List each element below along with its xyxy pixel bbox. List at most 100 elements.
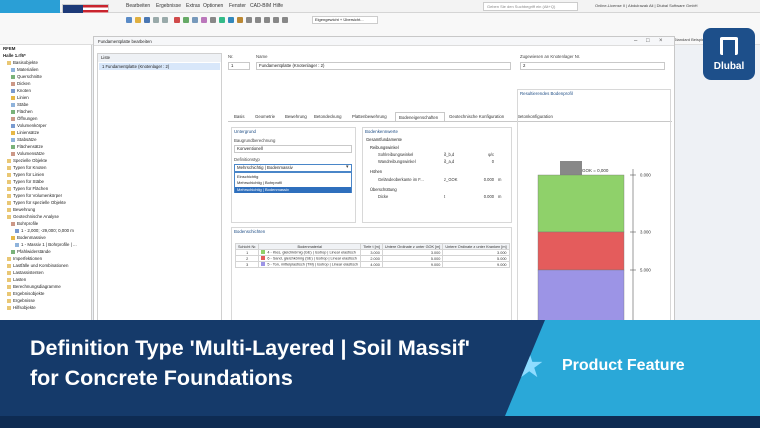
cell-material[interactable]: 5 - Ton, mittelplastisch (TM) | Isotrop … [258,261,362,268]
nav-item[interactable]: Stäbe [11,102,28,108]
cell-material[interactable]: 4 - Kies, gleichkörnig (GE) | Isotrop | … [258,249,362,256]
nav-item[interactable]: Ergebnisobjekte [7,291,45,297]
folder-icon [11,130,15,135]
view-icon[interactable] [192,17,198,23]
nav-item[interactable]: Lasten [7,277,26,283]
line-icon[interactable] [228,17,234,23]
render-icon[interactable] [201,17,207,23]
nav-item[interactable]: Öffnungen [11,116,37,122]
menu-item-3[interactable]: Optionen [203,3,223,9]
definition-type-dropdown[interactable]: Einschichtig Mehrschichtig | Bohrprofil Me… [234,172,352,193]
dropdown-option[interactable]: Einschichtig [235,174,351,180]
cell-depth[interactable]: 4.000 [360,261,383,268]
calc-type-select[interactable]: Konventionell [234,145,352,153]
definition-type-select[interactable]: Mehrschichtig | Bodenmassiv [234,164,352,172]
list-item[interactable]: 1 Fundamentplatte (Knotenlager : 2) [99,63,220,70]
nav-item[interactable]: Spezielle Objekte [7,158,47,164]
project-name[interactable]: Halle 1.rf6* [3,53,26,59]
menu-item-5[interactable]: CAD-BIM [250,3,271,9]
assigned-field[interactable]: 2 [520,62,665,70]
nav-item[interactable]: Bohrprofile [11,221,38,227]
nav-item[interactable]: Querschnitte [11,74,42,80]
results-icon[interactable] [183,17,189,23]
param-value[interactable]: φ/c [466,152,494,157]
nav-item[interactable]: Materialien [11,67,38,73]
nav-item[interactable]: Lastfälle und Kombinationen [7,263,68,269]
dropdown-option[interactable]: Mehrschichtig | Bohrprofil [235,180,351,186]
nav-item[interactable]: Knoten [11,88,31,94]
nav-item[interactable]: Flächensätze [11,144,43,150]
load-case-dropdown[interactable]: Eigengewicht + Übersicht... [312,16,378,24]
nav-item[interactable]: Typen für Knoten [7,165,46,171]
menu-item-2[interactable]: Extras [186,3,200,9]
nav-item[interactable]: Geotechnische Analyse [7,214,59,220]
nav-item[interactable]: Flächen [11,109,33,115]
new-icon[interactable] [126,17,132,23]
nav-item[interactable]: Typen für Volumenkörper [7,193,62,199]
minimize-icon[interactable]: – [634,38,637,44]
nav-item[interactable]: Lastassistenten [7,270,44,276]
nav-item[interactable]: Bodenmassive [11,235,46,241]
param-label: Geländeoberkante im F... [378,176,424,182]
nav-item[interactable]: Typen für Flächen [7,186,48,192]
open-icon[interactable] [135,17,141,23]
nav-item[interactable]: Linien [11,95,29,101]
tab-1[interactable]: Geometrie [252,112,281,121]
save-icon[interactable] [144,17,150,23]
badge-label: Product Feature [562,357,685,374]
tab-3[interactable]: Betondeckung [311,112,348,121]
table-row[interactable]: 3 5 - Ton, mittelplastisch (TM) | Isotrop… [234,261,510,268]
undo-icon[interactable] [153,17,159,23]
tab-4[interactable]: Plattenbewehrung [349,112,394,121]
tab-6[interactable]: Geotechnische Konfiguration [446,112,513,121]
dropdown-option[interactable]: Mehrschichtig | Bodenmassiv [235,186,351,193]
folder-icon [11,151,15,156]
menu-item-0[interactable]: Bearbeiten [126,3,150,9]
assigned-label: Zugewiesen an Knotenlager Nr. [520,54,581,59]
redo-icon[interactable] [162,17,168,23]
menu-item-1[interactable]: Ergebnisse [156,3,181,9]
param-value[interactable]: 0.000 [466,177,494,182]
node-icon[interactable] [219,17,225,23]
nav-item[interactable]: Stabsätze [11,137,37,143]
search-input[interactable]: Geben Sie den Suchbegriff ein (Alt+Q) [483,2,578,11]
menu-item-6[interactable]: Hilfe [273,3,283,9]
nav-item[interactable]: 1 - Massiv 1 | Bohrprofile | ... [15,242,77,248]
tab-0[interactable]: Basis [231,112,251,121]
maximize-icon[interactable]: □ [646,38,650,44]
nav-item[interactable]: Typen für Linien [7,172,44,178]
display-icon[interactable] [282,17,288,23]
member-icon[interactable] [237,17,243,23]
cell-z-gok: 9.000 [381,261,444,268]
load-icon[interactable] [264,17,270,23]
nav-item[interactable]: Dicken [11,81,30,87]
nav-item[interactable]: Typen für Stäbe [7,179,44,185]
tab-5[interactable]: Bodeneigenschaften [395,112,445,121]
nav-item[interactable]: Liniensätze [11,130,39,136]
tab-2[interactable]: Bewehrung [282,112,310,121]
nav-item[interactable]: 1 - 2,000; -29,000; 0,000 m [15,228,74,234]
select-icon[interactable] [210,17,216,23]
filter-icon[interactable] [273,17,279,23]
calculate-icon[interactable] [174,17,180,23]
nav-item[interactable]: Volumenkörper [11,123,47,129]
nav-item[interactable]: Volumensätze [11,151,45,157]
name-field[interactable]: Fundamentplatte (Knotenlager : 2) [256,62,511,70]
nav-item[interactable]: Typen für spezielle Objekte [7,200,66,206]
solid-icon[interactable] [255,17,261,23]
nav-item[interactable]: Pfahlwiderstände [11,249,51,255]
nav-item[interactable]: Imperfektionen [7,256,42,262]
chevron-down-icon[interactable]: ▾ [346,164,349,170]
nav-item[interactable]: Hilfsobjekte [7,305,36,311]
menu-item-4[interactable]: Fenster [229,3,246,9]
param-value[interactable]: 0.000 [466,194,494,199]
nav-item[interactable]: Berechnungsdiagramme [7,284,61,290]
nav-item[interactable]: Ergebnisse [7,298,35,304]
cell-material[interactable]: 6 - Sand, gleichkörnig (SE) | Isotrop | … [258,255,362,262]
no-field[interactable]: 1 [228,62,250,70]
nav-item[interactable]: Basisobjekte [7,60,38,66]
surface-icon[interactable] [246,17,252,23]
nav-item[interactable]: Bewehrung [7,207,35,213]
param-value[interactable]: 0 [466,159,494,164]
close-icon[interactable]: × [659,38,663,44]
